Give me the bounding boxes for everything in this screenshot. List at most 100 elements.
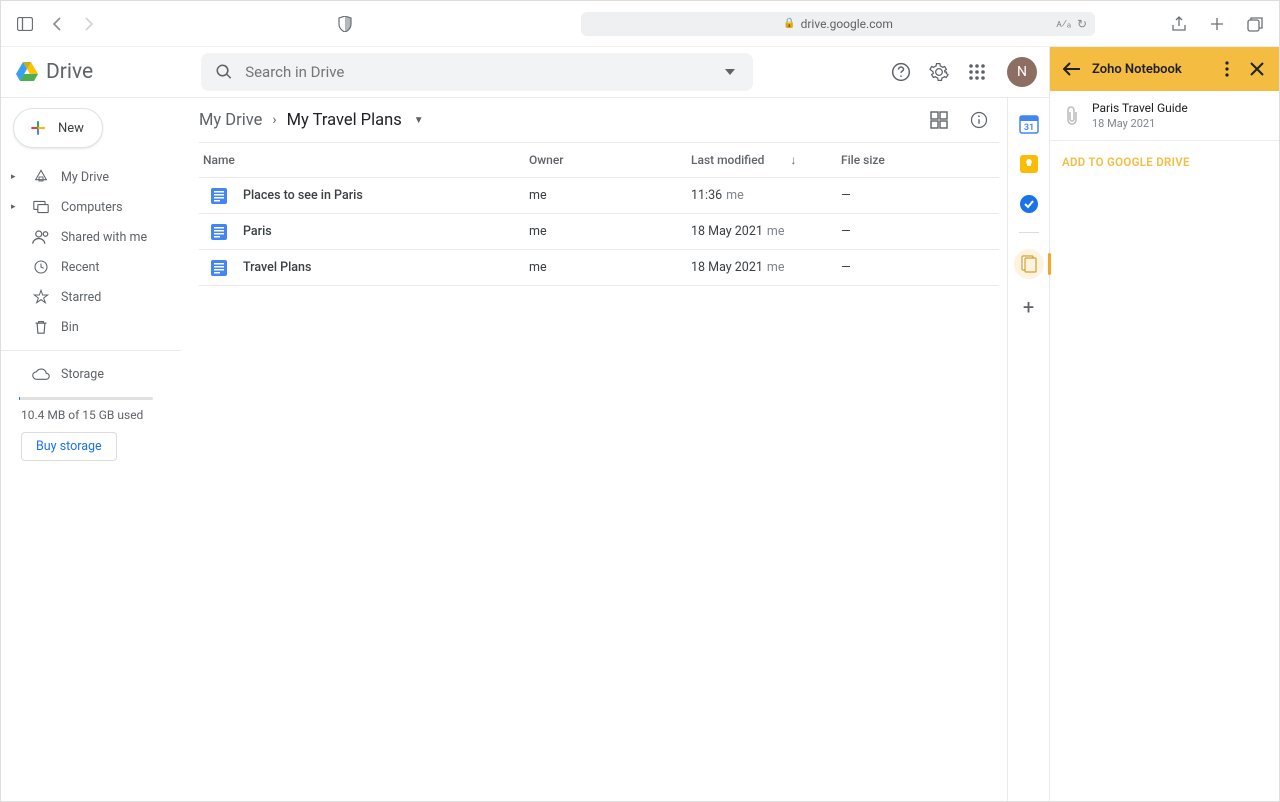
forward-icon <box>77 12 101 36</box>
sidebar-item-computers[interactable]: ▸ Computers <box>1 192 191 222</box>
sidebar-item-label: Shared with me <box>61 230 147 245</box>
file-size: — <box>841 224 961 239</box>
shield-icon[interactable] <box>333 12 357 36</box>
share-icon[interactable] <box>1167 12 1191 36</box>
tabs-icon[interactable] <box>1243 12 1267 36</box>
chevron-right-icon: › <box>272 112 276 128</box>
content: My Drive › My Travel Plans ▼ <box>191 98 1007 801</box>
sidebar-item-label: Starred <box>61 290 101 305</box>
sidebar-item-starred[interactable]: Starred <box>1 282 191 312</box>
sidebar-item-label: Recent <box>61 260 100 275</box>
zoho-addon-icon[interactable] <box>1014 249 1044 279</box>
note-title: Paris Travel Guide <box>1092 101 1188 115</box>
grid-view-icon[interactable] <box>929 110 949 130</box>
add-addon-icon[interactable]: + <box>1017 295 1041 319</box>
info-icon[interactable] <box>969 110 989 130</box>
doc-icon <box>211 260 227 276</box>
sidebar-item-bin[interactable]: Bin <box>1 312 191 342</box>
breadcrumb: My Drive › My Travel Plans ▼ <box>199 111 424 130</box>
file-size: — <box>841 260 961 275</box>
col-name[interactable]: Name <box>199 153 529 167</box>
lock-icon: 🔒 <box>783 18 795 29</box>
sidebar-item-label: Storage <box>61 367 104 382</box>
back-arrow-icon[interactable] <box>1062 59 1082 79</box>
add-to-drive-button[interactable]: ADD TO GOOGLE DRIVE <box>1050 141 1279 183</box>
shared-icon <box>31 227 51 247</box>
sidebar-item-recent[interactable]: Recent <box>1 252 191 282</box>
apps-icon[interactable] <box>965 60 989 84</box>
divider <box>1 350 181 351</box>
url-bar[interactable]: 🔒 drive.google.com ᴀ⁄ₐ ↻ <box>581 12 1095 36</box>
search-icon <box>215 63 233 81</box>
sidebar-item-storage[interactable]: Storage <box>1 359 191 389</box>
app-name: Drive <box>46 60 93 84</box>
chevron-down-icon[interactable]: ▼ <box>414 115 424 126</box>
trash-icon <box>31 317 51 337</box>
file-modified: 18 May 2021me <box>691 224 841 239</box>
plus-icon: + <box>1023 295 1034 319</box>
drive-folder-icon <box>31 167 51 187</box>
zoho-note-item[interactable]: Paris Travel Guide 18 May 2021 <box>1050 91 1279 141</box>
breadcrumb-current[interactable]: My Travel Plans <box>287 111 402 130</box>
sidebar-item-label: Bin <box>61 320 79 335</box>
url-text: drive.google.com <box>801 17 893 31</box>
computers-icon <box>31 197 51 217</box>
drive-logo-icon <box>15 60 39 84</box>
settings-icon[interactable] <box>927 60 951 84</box>
calendar-addon-icon[interactable]: 31 <box>1017 112 1041 136</box>
sidebar: New ▸ My Drive ▸ Computers <box>1 98 191 801</box>
new-label: New <box>58 121 84 136</box>
file-table: Name Owner Last modified↓ File size Plac… <box>191 142 1007 286</box>
file-owner: me <box>529 224 691 239</box>
buy-storage-button[interactable]: Buy storage <box>21 432 117 461</box>
new-tab-icon[interactable] <box>1205 12 1229 36</box>
table-row[interactable]: Travel Plans me 18 May 2021me — <box>199 250 999 286</box>
clock-icon <box>31 257 51 277</box>
back-icon[interactable] <box>45 12 69 36</box>
cloud-icon <box>31 364 51 384</box>
avatar[interactable]: N <box>1007 57 1037 87</box>
storage-used-text: 10.4 MB of 15 GB used <box>1 408 191 422</box>
sort-arrow-icon: ↓ <box>790 153 796 167</box>
col-owner[interactable]: Owner <box>529 153 691 167</box>
file-modified: 11:36me <box>691 188 841 203</box>
right-rail: 31 + <box>1007 98 1049 801</box>
plus-icon <box>28 118 48 138</box>
col-modified[interactable]: Last modified↓ <box>691 153 841 167</box>
new-button[interactable]: New <box>13 108 103 148</box>
sidebar-item-my-drive[interactable]: ▸ My Drive <box>1 162 191 192</box>
file-name: Travel Plans <box>243 260 311 275</box>
attachment-icon <box>1062 106 1082 126</box>
search-box[interactable] <box>201 53 753 91</box>
sidebar-toggle-icon[interactable] <box>13 12 37 36</box>
file-modified: 18 May 2021me <box>691 260 841 275</box>
doc-icon <box>211 188 227 204</box>
reload-icon[interactable]: ↻ <box>1077 17 1087 31</box>
translate-icon[interactable]: ᴀ⁄ₐ <box>1056 17 1071 31</box>
expand-icon[interactable]: ▸ <box>11 202 21 212</box>
sidebar-item-shared[interactable]: Shared with me <box>1 222 191 252</box>
drive-header: Drive N <box>1 47 1049 97</box>
more-icon[interactable] <box>1217 59 1237 79</box>
star-icon <box>31 287 51 307</box>
sidebar-item-label: Computers <box>61 200 123 215</box>
breadcrumb-bar: My Drive › My Travel Plans ▼ <box>191 98 1007 142</box>
expand-icon[interactable]: ▸ <box>11 172 21 182</box>
storage-bar <box>19 397 153 400</box>
table-row[interactable]: Places to see in Paris me 11:36me — <box>199 178 999 214</box>
col-size[interactable]: File size <box>841 153 961 167</box>
file-size: — <box>841 188 961 203</box>
zoho-title: Zoho Notebook <box>1092 62 1207 77</box>
help-icon[interactable] <box>889 60 913 84</box>
browser-chrome: 🔒 drive.google.com ᴀ⁄ₐ ↻ <box>1 1 1279 47</box>
close-icon[interactable] <box>1247 59 1267 79</box>
tasks-addon-icon[interactable] <box>1017 192 1041 216</box>
file-owner: me <box>529 188 691 203</box>
search-options-icon[interactable] <box>725 69 735 75</box>
drive-logo[interactable]: Drive <box>15 60 93 84</box>
svg-text:31: 31 <box>1023 123 1033 133</box>
keep-addon-icon[interactable] <box>1017 152 1041 176</box>
search-input[interactable] <box>245 63 739 81</box>
table-row[interactable]: Paris me 18 May 2021me — <box>199 214 999 250</box>
breadcrumb-root[interactable]: My Drive <box>199 111 262 130</box>
